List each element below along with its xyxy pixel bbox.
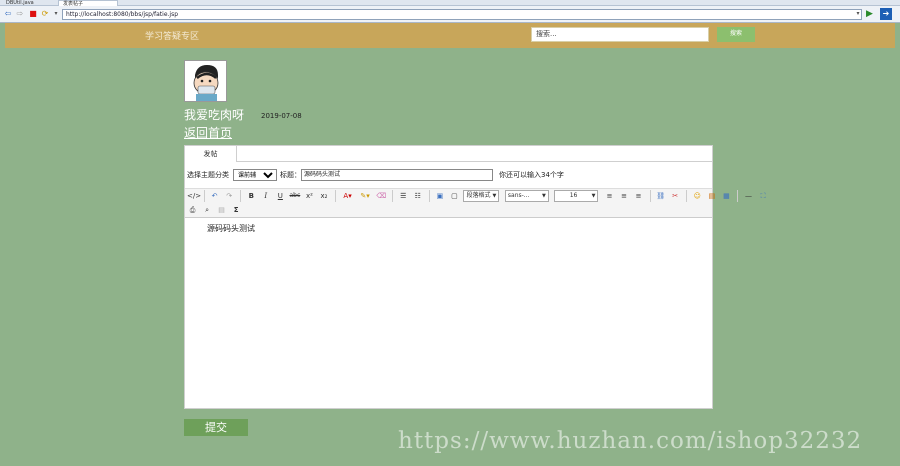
toolbar-divider bbox=[203, 190, 205, 202]
site-header: 学习答疑专区 搜索... 搜索 bbox=[5, 23, 895, 48]
fullscreen-icon[interactable]: ⛶ bbox=[758, 190, 769, 202]
panel-tabs: 发帖 bbox=[185, 146, 712, 162]
editor-content[interactable]: 源码码头测试 bbox=[185, 219, 712, 408]
strikethrough-icon[interactable]: abc bbox=[289, 190, 300, 202]
italic-icon[interactable]: I bbox=[260, 190, 271, 202]
clear-doc-icon[interactable]: ▢ bbox=[449, 190, 460, 202]
url-dropdown-icon[interactable]: ▾ bbox=[853, 9, 863, 19]
toolbar-divider bbox=[240, 190, 242, 202]
image-icon[interactable]: ▤ bbox=[706, 190, 717, 202]
category-select[interactable]: 课前辅 bbox=[233, 169, 277, 181]
redo-icon[interactable]: ↷ bbox=[224, 190, 235, 202]
toolbar-row-2: ⎙ ⌕ ▤ Σ bbox=[187, 204, 243, 218]
chevron-down-icon: ▼ bbox=[591, 193, 596, 199]
toolbar-divider bbox=[392, 190, 394, 202]
source-code-icon[interactable]: </> bbox=[187, 190, 201, 202]
char-count-hint: 你还可以输入34个字 bbox=[499, 171, 564, 179]
browser-address-bar: ⇦ ⇨ ■ ⟳ ▾ http://localhost:8080/bbs/jsp/… bbox=[0, 6, 900, 23]
title-label: 标题： bbox=[280, 171, 301, 179]
preview-icon[interactable]: ⌕ bbox=[202, 204, 213, 216]
post-date: 2019-07-08 bbox=[261, 112, 302, 120]
paragraph-format-select[interactable]: 段落格式 ▼ bbox=[463, 190, 500, 202]
clear-format-icon[interactable]: ⌫ bbox=[376, 190, 387, 202]
align-center-icon[interactable]: ≡ bbox=[619, 190, 630, 202]
history-dropdown-icon[interactable]: ▾ bbox=[51, 9, 61, 19]
editor-text: 源码码头测试 bbox=[207, 224, 255, 233]
submit-button[interactable]: 提交 bbox=[184, 419, 248, 436]
back-icon[interactable]: ⇦ bbox=[3, 9, 13, 19]
horizontal-rule-icon[interactable]: — bbox=[743, 190, 754, 202]
toolbar-divider bbox=[649, 190, 651, 202]
emoji-icon[interactable]: ☺ bbox=[692, 190, 703, 202]
post-form-row: 选择主题分类 课前辅 标题： 源码码头测试 你还可以输入34个字 bbox=[185, 168, 712, 182]
post-panel: 发帖 选择主题分类 课前辅 标题： 源码码头测试 你还可以输入34个字 </> … bbox=[184, 145, 766, 409]
watermark-text: https://www.huzhan.com/ishop32232 bbox=[398, 428, 863, 454]
font-color-icon[interactable]: A▾ bbox=[341, 190, 355, 202]
toolbar-divider bbox=[737, 190, 739, 202]
paragraph-format-value: 段落格式 bbox=[466, 192, 491, 199]
back-home-link[interactable]: 返回首页 bbox=[184, 124, 232, 141]
toolbar-row-1: </> ↶ ↷ B I U abc x² x₂ A▾ ✎▾ ⌫ ☰ ☷ ▣ ▢ … bbox=[187, 190, 766, 204]
site-title[interactable]: 学习答疑专区 bbox=[145, 29, 199, 42]
stop-icon[interactable]: ■ bbox=[28, 9, 38, 19]
extension-icon[interactable]: ➔ bbox=[880, 8, 892, 20]
unordered-list-icon[interactable]: ☷ bbox=[412, 190, 423, 202]
editor-toolbar: </> ↶ ↷ B I U abc x² x₂ A▾ ✎▾ ⌫ ☰ ☷ ▣ ▢ … bbox=[185, 188, 766, 218]
search-replace-icon[interactable]: ▤ bbox=[216, 204, 227, 216]
refresh-icon[interactable]: ⟳ bbox=[40, 9, 50, 19]
ordered-list-icon[interactable]: ☰ bbox=[398, 190, 409, 202]
avatar-image bbox=[185, 61, 226, 101]
search-input[interactable]: 搜索... bbox=[531, 27, 709, 42]
toolbar-divider bbox=[428, 190, 430, 202]
search-button[interactable]: 搜索 bbox=[717, 27, 755, 42]
title-input[interactable]: 源码码头测试 bbox=[301, 169, 493, 181]
align-right-icon[interactable]: ≡ bbox=[633, 190, 644, 202]
font-family-select[interactable]: sans-... ▼ bbox=[504, 190, 549, 202]
category-label: 选择主题分类 bbox=[187, 171, 229, 179]
undo-icon[interactable]: ↶ bbox=[209, 190, 220, 202]
align-left-icon[interactable]: ≡ bbox=[604, 190, 615, 202]
username: 我爱吃肉呀 bbox=[184, 108, 245, 122]
bold-icon[interactable]: B bbox=[246, 190, 257, 202]
toolbar-divider bbox=[335, 190, 337, 202]
highlight-icon[interactable]: ✎▾ bbox=[358, 190, 372, 202]
go-icon[interactable]: ▶ bbox=[866, 9, 876, 19]
unlink-icon[interactable]: ✂ bbox=[670, 190, 681, 202]
tab-post[interactable]: 发帖 bbox=[185, 146, 237, 162]
underline-icon[interactable]: U bbox=[275, 190, 286, 202]
font-size-value: 16 bbox=[569, 192, 578, 199]
font-size-select[interactable]: 16 ▼ bbox=[554, 190, 599, 202]
attachment-icon[interactable]: ▦ bbox=[721, 190, 732, 202]
chevron-down-icon: ▼ bbox=[542, 193, 546, 199]
url-input[interactable]: http://localhost:8080/bbs/jsp/fatie.jsp bbox=[62, 9, 862, 20]
formula-icon[interactable]: Σ bbox=[231, 204, 242, 216]
avatar bbox=[184, 60, 227, 102]
superscript-icon[interactable]: x² bbox=[304, 190, 315, 202]
subscript-icon[interactable]: x₂ bbox=[318, 190, 329, 202]
select-all-icon[interactable]: ▣ bbox=[434, 190, 445, 202]
forward-icon[interactable]: ⇨ bbox=[15, 9, 25, 19]
print-icon[interactable]: ⎙ bbox=[187, 204, 198, 216]
toolbar-divider bbox=[686, 190, 688, 202]
link-icon[interactable]: ⛓ bbox=[655, 190, 666, 202]
font-family-value: sans-... bbox=[507, 192, 530, 199]
chevron-down-icon: ▼ bbox=[492, 193, 497, 199]
